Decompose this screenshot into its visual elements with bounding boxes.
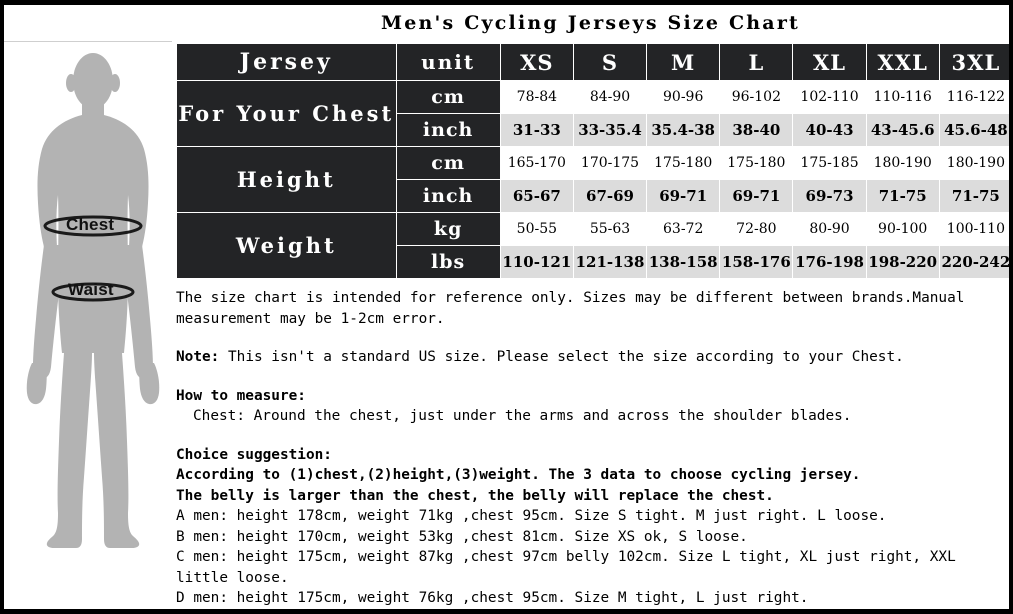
body-figure-panel: Chest Waist [4, 5, 172, 609]
cell-chest-cm-xs: 78-84 [499, 80, 574, 114]
cell-height-inch-xs: 65-67 [499, 179, 574, 213]
cell-chest-cm-xl: 102-110 [792, 80, 867, 114]
male-body-silhouette: Chest Waist [14, 45, 172, 550]
table-row: Height cm 165-170 170-175 175-180 175-18… [176, 146, 1009, 213]
header-size-m: M [646, 43, 721, 81]
cell-chest-inch-m: 35.4-38 [646, 113, 721, 147]
cell-height-cm-xxl: 180-190 [865, 146, 940, 180]
unit-height-inch: inch [395, 179, 501, 213]
unit-weight-kg: kg [395, 212, 501, 246]
cell-weight-lbs-m: 138-158 [646, 245, 721, 279]
example-c-line-2: little loose. [176, 569, 289, 586]
cell-chest-inch-s: 33-35.4 [572, 113, 648, 147]
cell-height-cm-xs: 165-170 [499, 146, 574, 180]
cell-chest-cm-s: 84-90 [572, 80, 648, 114]
cell-weight-kg-3xl: 100-110 [938, 212, 1009, 246]
cell-height-inch-3xl: 71-75 [938, 179, 1009, 213]
cell-chest-inch-xxl: 43-45.6 [865, 113, 940, 147]
cell-height-cm-xl: 175-185 [792, 146, 867, 180]
chart-title-bar: Men's Cycling Jerseys Size Chart [172, 5, 1009, 40]
choice-suggestion-line-2: The belly is larger than the chest, the … [176, 487, 774, 504]
row-label-chest: For Your Chest [176, 80, 397, 147]
header-size-xxl: XXL [865, 43, 940, 81]
example-d: D men: height 175cm, weight 76kg ,chest … [176, 590, 809, 606]
cell-weight-kg-m: 63-72 [646, 212, 721, 246]
cell-chest-inch-xl: 40-43 [792, 113, 867, 147]
page-title: Men's Cycling Jerseys Size Chart [380, 11, 801, 34]
cell-weight-kg-s: 55-63 [572, 212, 648, 246]
how-to-measure-heading: How to measure: [176, 387, 306, 404]
row-label-weight: Weight [176, 212, 397, 279]
row-label-height: Height [176, 146, 397, 213]
chest-label: Chest [66, 215, 115, 234]
header-size-xl: XL [792, 43, 867, 81]
disclaimer-line-1: The size chart is intended for reference… [176, 290, 965, 306]
cell-weight-kg-xs: 50-55 [499, 212, 574, 246]
table-row: For Your Chest cm 78-84 84-90 90-96 96-1… [176, 80, 1009, 147]
cell-weight-lbs-3xl: 220-242 [938, 245, 1009, 279]
note-label: Note: [176, 349, 220, 365]
header-size-xs: XS [499, 43, 574, 81]
choice-suggestion-heading: Choice suggestion: [176, 446, 332, 463]
table-header-row: Jersey unit XS S M L XL XXL 3XL [176, 43, 1009, 81]
cell-weight-kg-xxl: 90-100 [865, 212, 940, 246]
table-body: Jersey unit XS S M L XL XXL 3XL For Your… [176, 43, 1009, 279]
header-size-3xl: 3XL [938, 43, 1009, 81]
cell-height-inch-xl: 69-73 [792, 179, 867, 213]
unit-chest-inch: inch [395, 113, 501, 147]
waist-label: Waist [68, 280, 114, 299]
header-size-s: S [572, 43, 648, 81]
size-chart-page: Men's Cycling Jerseys Size Chart Chest W… [0, 0, 1013, 614]
cell-weight-lbs-s: 121-138 [572, 245, 648, 279]
notes-section: The size chart is intended for reference… [176, 288, 1009, 609]
cell-chest-inch-3xl: 45.6-48 [938, 113, 1009, 147]
unit-weight-lbs: lbs [395, 245, 501, 279]
cell-weight-lbs-xl: 176-198 [792, 245, 867, 279]
cell-weight-lbs-l: 158-176 [719, 245, 794, 279]
cell-chest-cm-3xl: 116-122 [938, 80, 1009, 114]
size-chart-table: Jersey unit XS S M L XL XXL 3XL For Your… [176, 43, 1009, 279]
cell-height-cm-3xl: 180-190 [938, 146, 1009, 180]
example-b: B men: height 170cm, weight 53kg ,chest … [176, 528, 748, 545]
cell-chest-inch-xs: 31-33 [499, 113, 574, 147]
example-c-line-1: C men: height 175cm, weight 87kg ,chest … [176, 549, 956, 565]
cell-height-inch-xxl: 71-75 [865, 179, 940, 213]
choice-suggestion-line-1: According to (1)chest,(2)height,(3)weigh… [176, 467, 861, 483]
panel-divider [4, 41, 172, 42]
cell-weight-lbs-xxl: 198-220 [865, 245, 940, 279]
cell-weight-lbs-xs: 110-121 [499, 245, 574, 279]
cell-weight-kg-l: 72-80 [719, 212, 794, 246]
cell-chest-cm-l: 96-102 [719, 80, 794, 114]
header-unit: unit [395, 43, 501, 81]
cell-chest-cm-xxl: 110-116 [865, 80, 940, 114]
cell-height-cm-l: 175-180 [719, 146, 794, 180]
cell-height-inch-l: 69-71 [719, 179, 794, 213]
unit-chest-cm: cm [395, 80, 501, 114]
how-to-measure-chest: Chest: Around the chest, just under the … [193, 408, 852, 424]
cell-chest-cm-m: 90-96 [646, 80, 721, 114]
header-size-l: L [719, 43, 794, 81]
cell-height-inch-m: 69-71 [646, 179, 721, 213]
disclaimer-line-2: measurement may be 1-2cm error. [176, 310, 445, 327]
note-text: This isn't a standard US size. Please se… [219, 349, 904, 365]
cell-weight-kg-xl: 80-90 [792, 212, 867, 246]
note-row: Note: This isn't a standard US size. Ple… [176, 347, 1009, 368]
example-a: A men: height 178cm, weight 71kg ,chest … [176, 508, 887, 524]
cell-height-inch-s: 67-69 [572, 179, 648, 213]
cell-height-cm-m: 175-180 [646, 146, 721, 180]
cell-chest-inch-l: 38-40 [719, 113, 794, 147]
header-jersey: Jersey [176, 43, 397, 81]
cell-height-cm-s: 170-175 [572, 146, 648, 180]
unit-height-cm: cm [395, 146, 501, 180]
table-row: Weight kg 50-55 55-63 63-72 72-80 80-90 … [176, 212, 1009, 279]
